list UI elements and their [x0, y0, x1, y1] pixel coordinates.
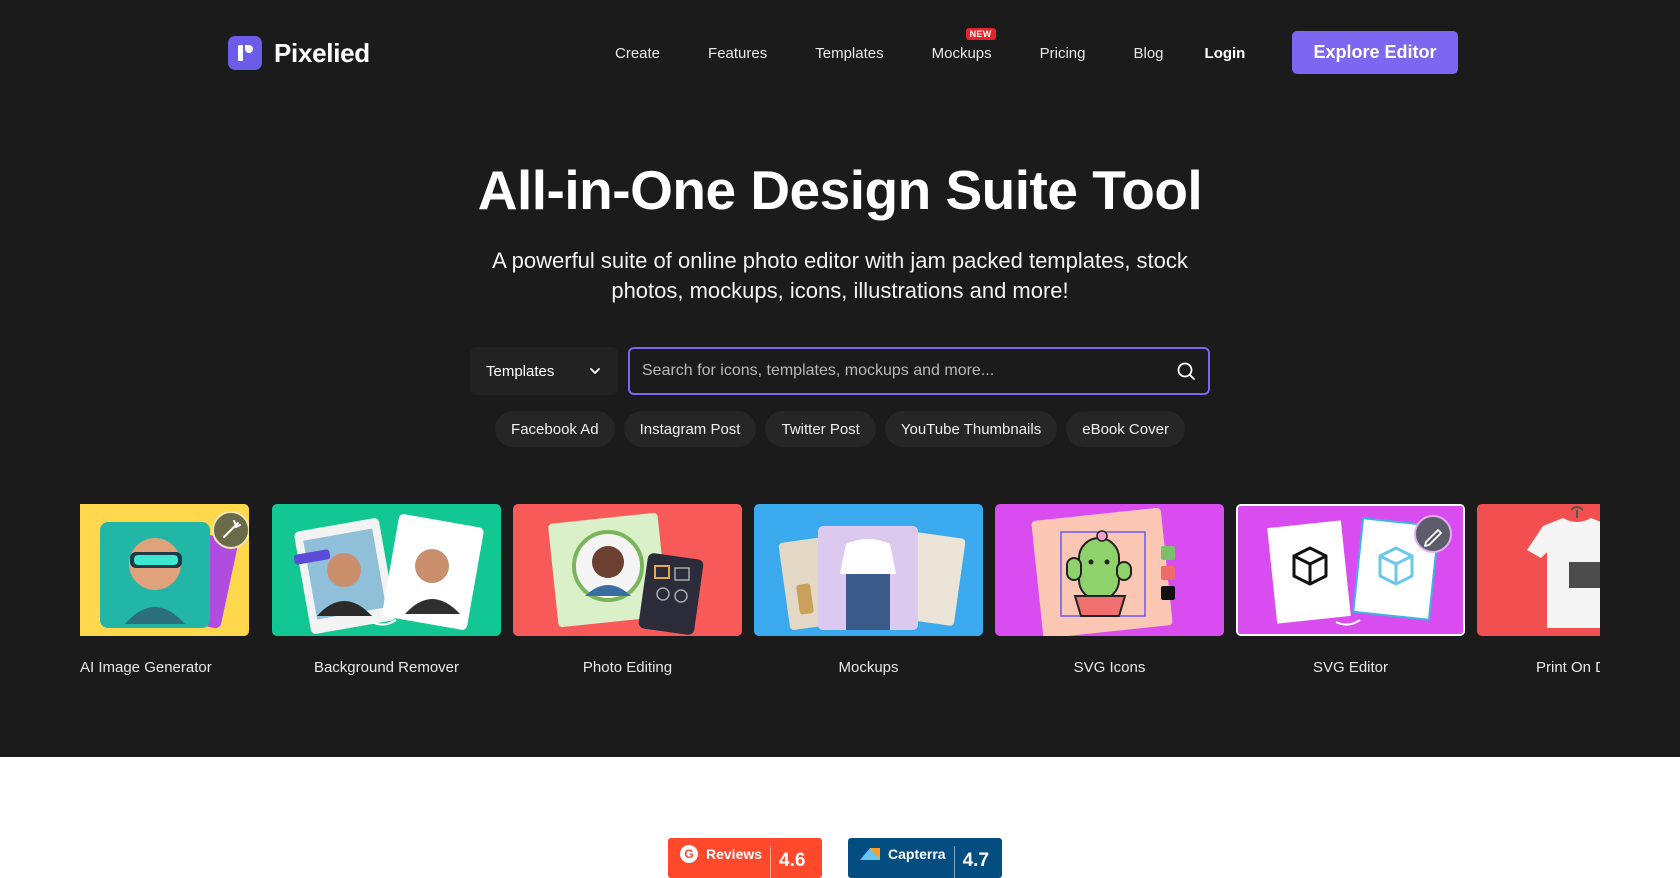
card-svg-editor[interactable]: SVG Editor	[1236, 504, 1465, 676]
new-badge: NEW	[965, 27, 996, 40]
chip-twitter-post[interactable]: Twitter Post	[765, 411, 876, 447]
category-select[interactable]: Templates	[470, 347, 618, 395]
ratings-badges: G Reviews 4.6 Capterra 4.7	[668, 838, 1002, 878]
search-bar: Templates	[470, 347, 1210, 395]
chip-youtube-thumbnails[interactable]: YouTube Thumbnails	[884, 411, 1058, 447]
photo-editing-thumbnail	[513, 504, 742, 636]
nav-mockups-label: Mockups	[931, 44, 992, 62]
card-label: SVG Icons	[1073, 659, 1146, 676]
quick-search-chips: Facebook Ad Instagram Post Twitter Post …	[0, 411, 1680, 447]
search-input[interactable]	[642, 362, 1176, 380]
card-label: Background Remover	[313, 659, 460, 676]
nav-mockups[interactable]: Mockups NEW	[931, 27, 996, 62]
login-link[interactable]: Login	[1205, 45, 1246, 62]
g2-rating-badge[interactable]: G Reviews 4.6	[668, 838, 822, 878]
page-title: All-in-One Design Suite Tool	[477, 159, 1203, 221]
capterra-rating-name: Capterra	[888, 846, 946, 862]
card-ai-image-generator[interactable]: AI Image Generator	[80, 504, 249, 676]
mockups-thumbnail	[754, 504, 983, 636]
svg-editor-thumbnail	[1236, 504, 1465, 636]
g2-rating-score: 4.6	[770, 846, 805, 878]
top-navigation: Pixelied Create Features Templates Mocku…	[228, 27, 1458, 76]
capterra-rating-score: 4.7	[953, 846, 989, 878]
category-select-value: Templates	[486, 362, 555, 380]
card-svg-icons[interactable]: SVG Icons	[995, 504, 1224, 676]
svg-icons-thumbnail	[995, 504, 1224, 636]
page-subtitle: A powerful suite of online photo editor …	[492, 248, 1188, 303]
card-background-remover[interactable]: Background Remover	[272, 504, 501, 676]
capterra-rating-badge[interactable]: Capterra 4.7	[848, 838, 1002, 878]
nav-templates[interactable]: Templates	[815, 45, 883, 62]
chevron-down-icon	[590, 368, 600, 374]
hero-section: Pixelied Create Features Templates Mocku…	[0, 0, 1680, 757]
search-field	[628, 347, 1210, 395]
brand-logo[interactable]: Pixelied	[228, 36, 370, 70]
card-label: Mockups	[838, 659, 899, 676]
background-remover-thumbnail	[272, 504, 501, 636]
chip-ebook-cover[interactable]: eBook Cover	[1066, 411, 1185, 447]
search-icon[interactable]	[1176, 361, 1196, 381]
nav-features[interactable]: Features	[708, 45, 767, 62]
card-print-on-demand[interactable]: Print On D	[1477, 504, 1600, 676]
explore-editor-button[interactable]: Explore Editor	[1292, 31, 1458, 74]
g2-rating-name: Reviews	[706, 846, 763, 862]
logo-icon	[228, 36, 262, 70]
nav-links: Create Features Templates Mockups NEW Pr…	[615, 27, 1246, 76]
chip-facebook-ad[interactable]: Facebook Ad	[495, 411, 615, 447]
card-label: SVG Editor	[1312, 659, 1389, 676]
card-label: AI Image Generator	[80, 659, 212, 676]
nav-blog[interactable]: Blog	[1134, 45, 1164, 62]
nav-pricing[interactable]: Pricing	[1040, 45, 1086, 62]
brand-name: Pixelied	[274, 37, 370, 68]
g2-logo-icon: G	[680, 845, 698, 863]
card-mockups[interactable]: Mockups	[754, 504, 983, 676]
chip-instagram-post[interactable]: Instagram Post	[623, 411, 757, 447]
nav-create[interactable]: Create	[615, 45, 660, 62]
card-label: Print On D	[1536, 659, 1600, 676]
print-on-demand-thumbnail	[1477, 504, 1600, 636]
tools-carousel: AI Image Generator Background Remover Ph…	[80, 504, 1600, 684]
capterra-logo-icon	[860, 848, 880, 860]
card-label: Photo Editing	[582, 659, 673, 676]
ai-image-generator-thumbnail	[80, 504, 249, 636]
card-photo-editing[interactable]: Photo Editing	[513, 504, 742, 676]
